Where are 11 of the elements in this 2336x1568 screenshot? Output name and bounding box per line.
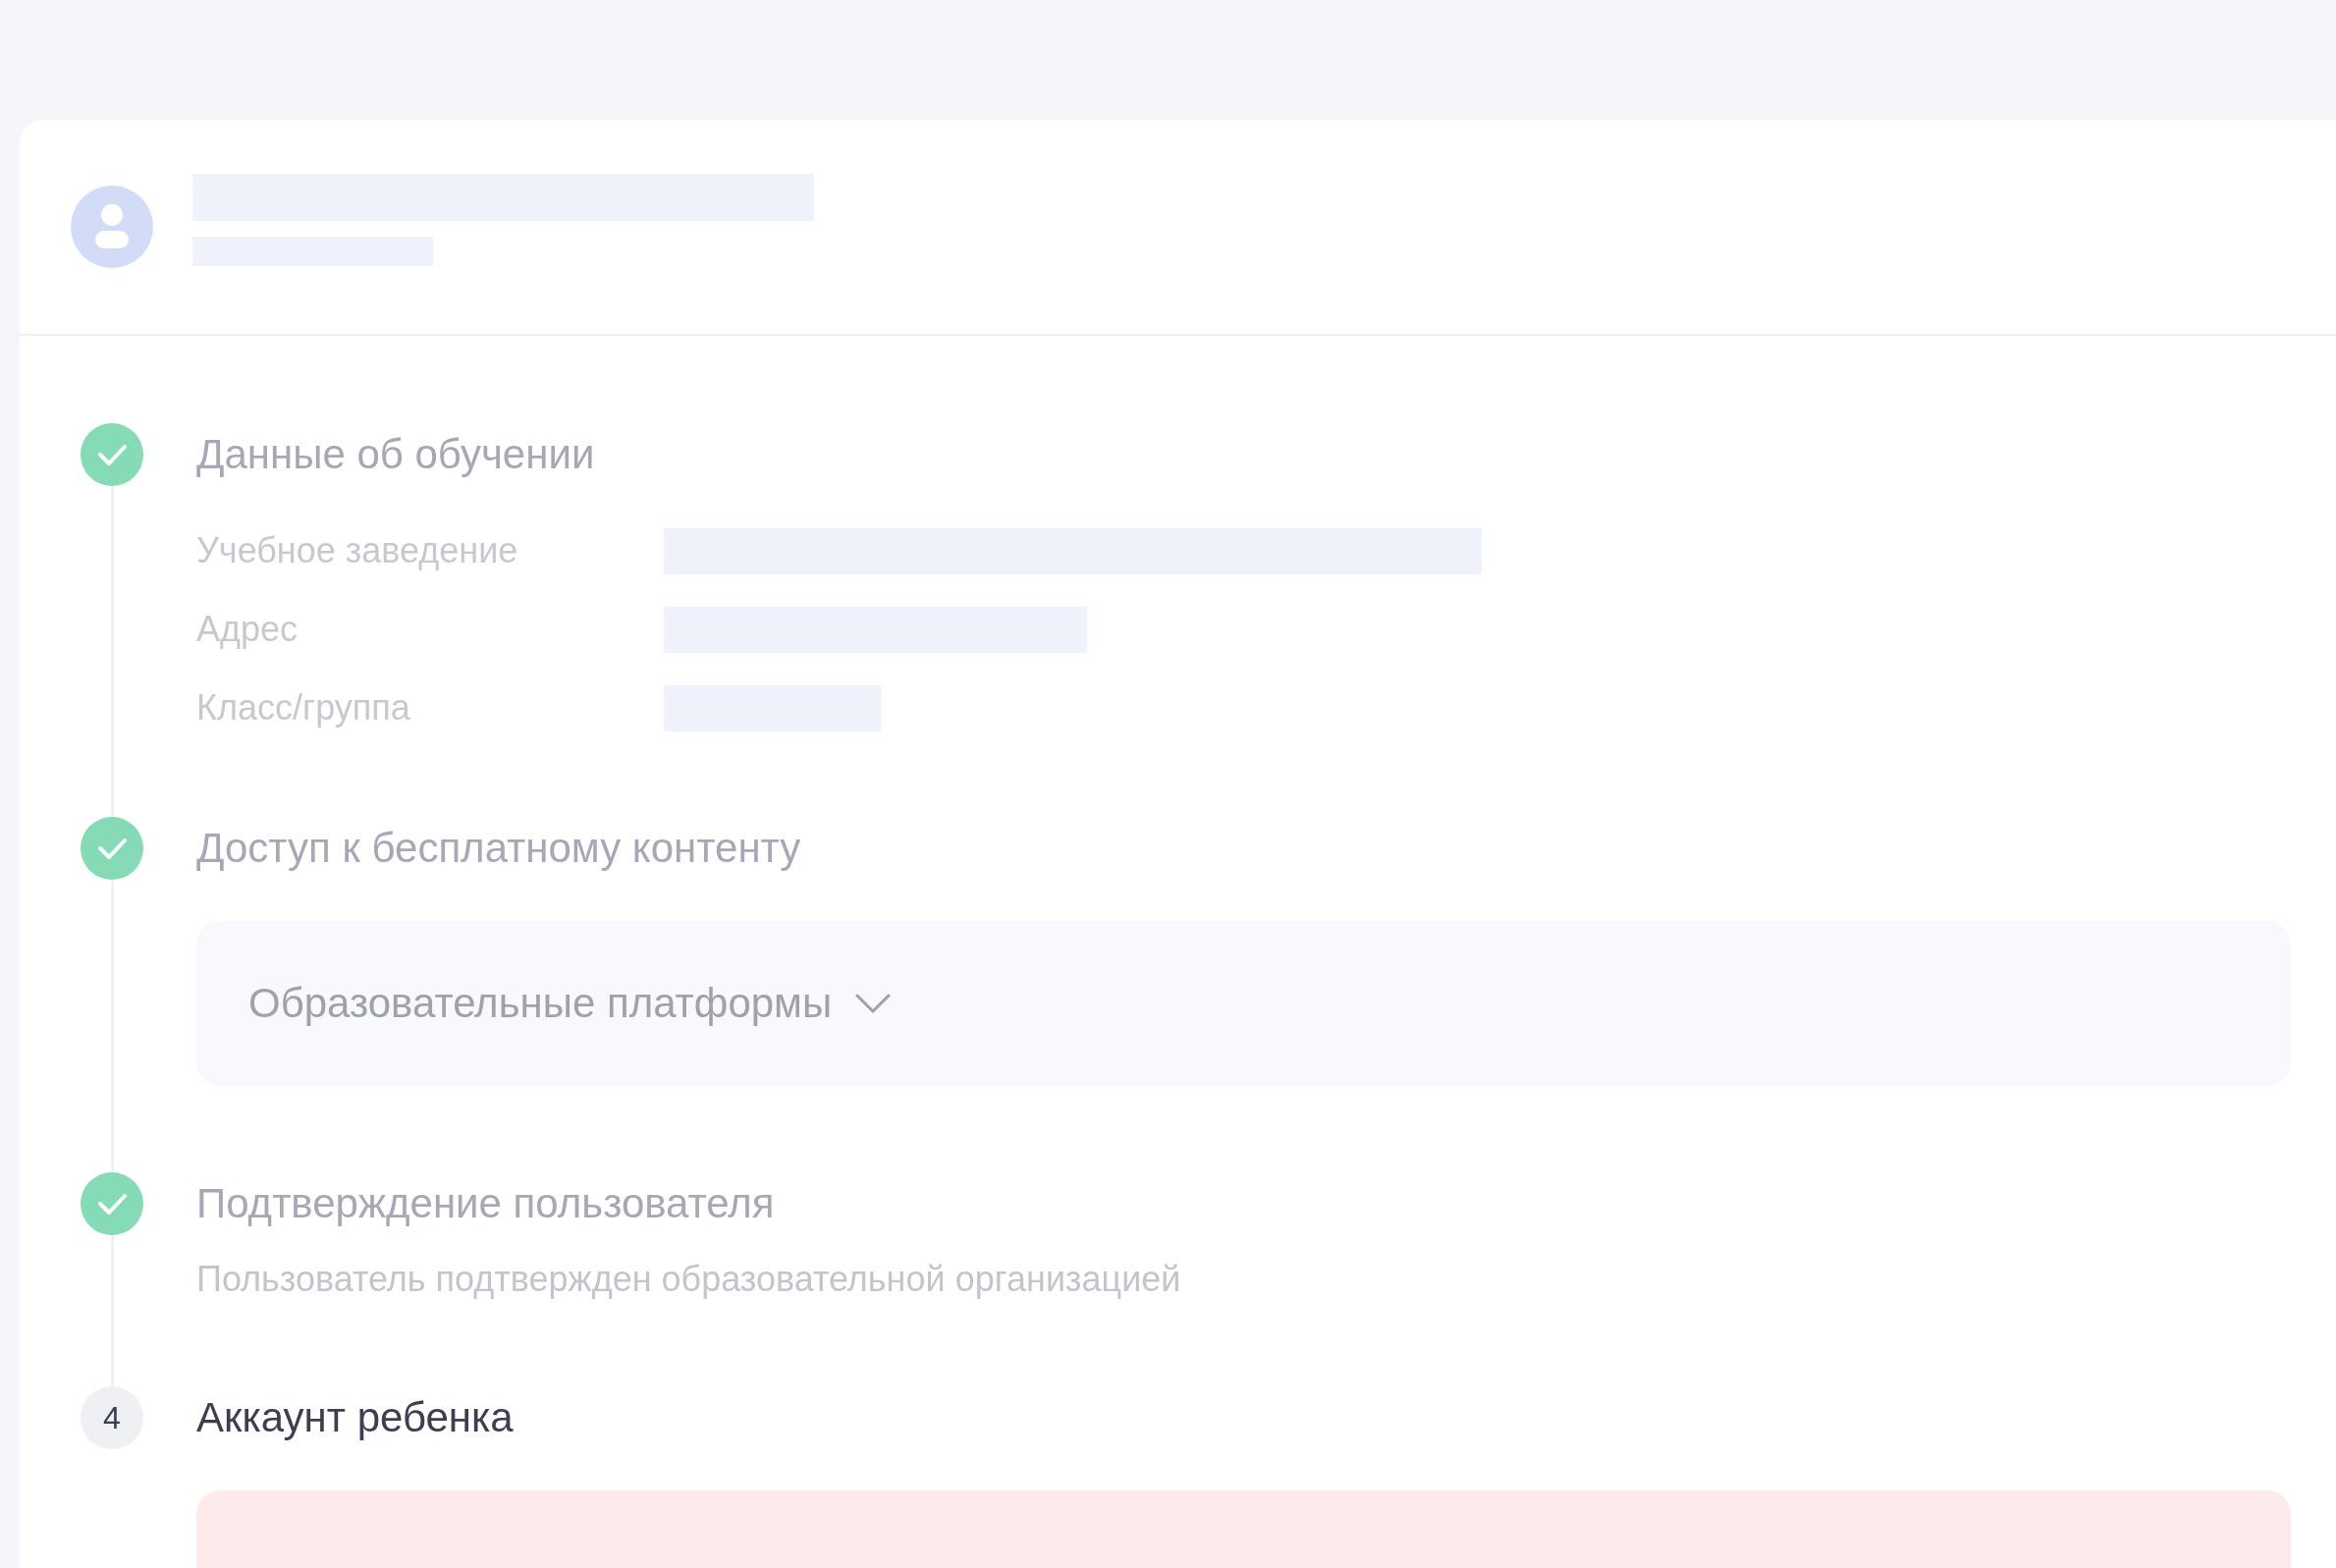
field-label: Учебное заведение [196,530,519,571]
step-note: Пользователь подтвержден образовательной организацией [196,1258,1182,1301]
step-title: Доступ к бесплатному контенту [196,824,802,873]
avatar-icon [71,186,153,268]
step-number: 4 [81,1386,143,1449]
field-label: Класс/группа [196,687,411,729]
step-title: Данные об обучении [196,430,596,479]
step-title: Аккаунт ребенка [196,1393,515,1442]
field-label: Адрес [196,609,299,650]
step-title: Подтверждение пользователя [196,1179,776,1228]
accordion-header[interactable]: Образовательные платформы [196,921,2291,1086]
